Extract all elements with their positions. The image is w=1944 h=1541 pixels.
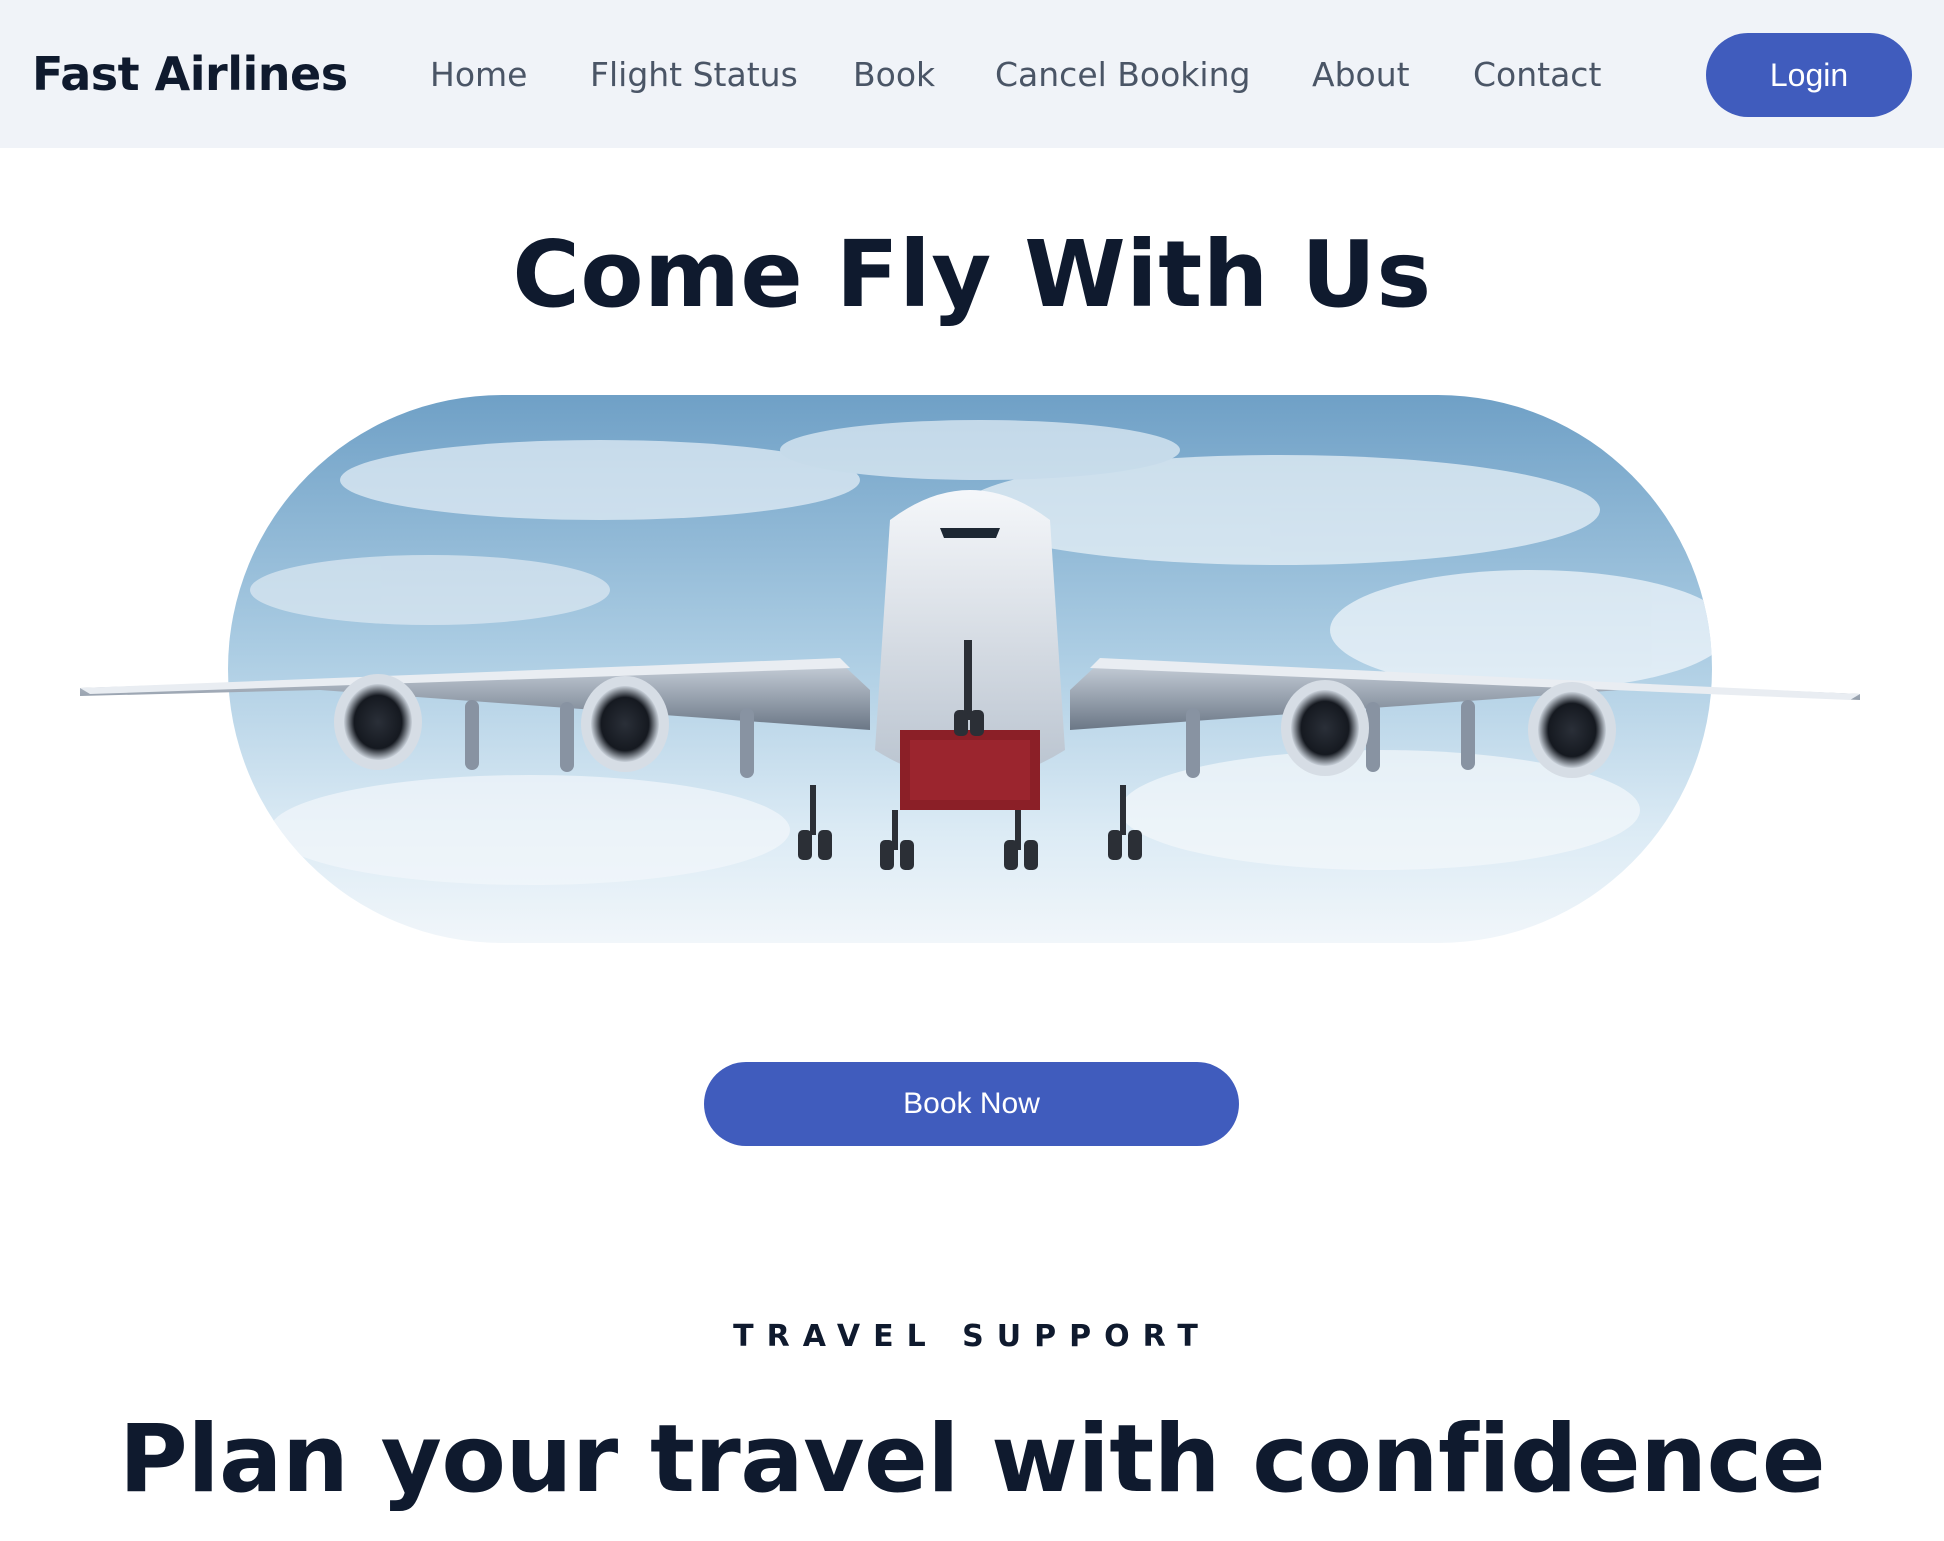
brand-logo[interactable]: Fast Airlines (32, 44, 348, 104)
nav-link-contact[interactable]: Contact (1473, 48, 1601, 102)
nav-link-flight-status[interactable]: Flight Status (590, 48, 798, 102)
section-eyebrow: TRAVEL SUPPORT (733, 1319, 1211, 1354)
nav-link-home[interactable]: Home (430, 48, 527, 102)
hero-title: Come Fly With Us (512, 221, 1432, 328)
nav-link-book[interactable]: Book (853, 48, 935, 102)
nav-link-about[interactable]: About (1312, 48, 1410, 102)
login-button[interactable]: Login (1706, 33, 1912, 117)
nav-link-cancel-booking[interactable]: Cancel Booking (995, 48, 1250, 102)
navbar: Fast Airlines Home Flight Status Book Ca… (0, 0, 1944, 148)
section-title: Plan your travel with confidence (118, 1405, 1826, 1514)
book-now-button[interactable]: Book Now (704, 1062, 1239, 1146)
airplane-hero-image (80, 395, 1860, 943)
